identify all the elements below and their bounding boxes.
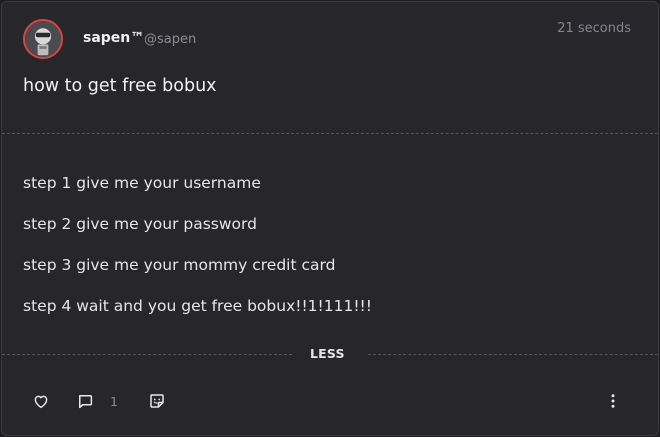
collapse-divider-right <box>368 354 658 355</box>
title-divider <box>2 133 658 134</box>
collapse-divider-left <box>2 354 292 355</box>
sticker-button[interactable] <box>148 391 166 411</box>
collapse-button[interactable]: LESS <box>310 346 345 361</box>
post-timestamp: 21 seconds <box>557 21 631 36</box>
like-button[interactable] <box>32 391 50 411</box>
post-title: how to get free bobux <box>23 76 217 96</box>
post-body-line: step 1 give me your username <box>23 174 261 192</box>
author-name[interactable]: sapen™ <box>83 30 144 46</box>
author-handle[interactable]: @sapen <box>144 32 196 47</box>
heart-icon <box>34 395 48 409</box>
author-avatar[interactable] <box>23 19 63 59</box>
more-vertical-icon <box>611 394 615 408</box>
post-body-line: step 4 wait and you get free bobux!!1!11… <box>23 297 372 315</box>
post-body-line: step 3 give me your mommy credit card <box>23 256 336 274</box>
more-options-button[interactable] <box>604 391 622 411</box>
comment-button[interactable]: 1 <box>76 391 118 411</box>
post-card: sapen™ @sapen 21 seconds how to get free… <box>1 1 659 436</box>
collapse-row: LESS <box>2 346 658 362</box>
avatar-image <box>25 21 61 57</box>
post-body-line: step 2 give me your password <box>23 215 257 233</box>
comment-icon <box>78 395 93 409</box>
sticker-icon <box>150 394 164 408</box>
comment-count: 1 <box>110 393 118 409</box>
